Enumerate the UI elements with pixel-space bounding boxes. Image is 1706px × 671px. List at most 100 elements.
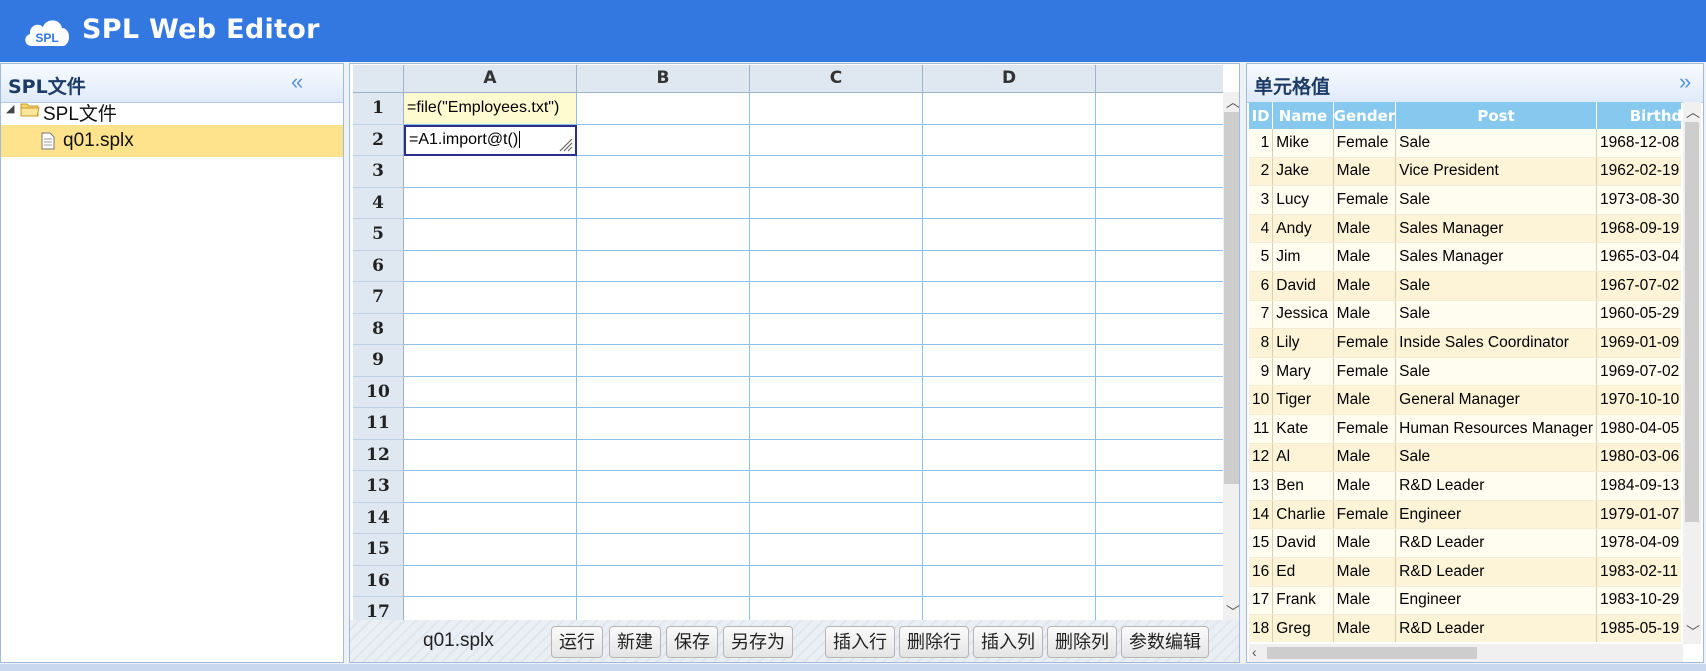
grid-cell[interactable] [1096, 219, 1223, 251]
grid-cell[interactable] [577, 565, 750, 597]
table-row[interactable]: 16 Ed Male R&D Leader 1983-02-11 [1249, 557, 1681, 587]
table-row[interactable]: 2 Jake Male Vice President 1962-02-19 [1249, 157, 1681, 187]
grid-cell[interactable] [577, 502, 750, 534]
grid-cell[interactable] [404, 313, 577, 345]
grid-cell[interactable] [1096, 471, 1223, 503]
grid-cell[interactable] [750, 219, 923, 251]
grid-cell[interactable] [1096, 345, 1223, 377]
grid-cell[interactable] [923, 219, 1096, 251]
grid-cell[interactable] [577, 408, 750, 440]
table-row[interactable]: 18 Greg Male R&D Leader 1985-05-19 [1249, 614, 1681, 642]
grid-cell[interactable] [1096, 440, 1223, 471]
table-row[interactable]: 17 Frank Male Engineer 1983-10-29 [1249, 586, 1681, 616]
grid-cell[interactable] [923, 124, 1096, 156]
grid-cell[interactable] [1096, 282, 1223, 314]
grid-cell[interactable] [750, 187, 923, 219]
table-row[interactable]: 6 David Male Sale 1967-07-02 [1249, 271, 1681, 301]
grid-cell[interactable] [404, 187, 577, 219]
parameter-edit-button[interactable]: 参数编辑 [1121, 626, 1209, 658]
grid-cell[interactable] [923, 345, 1096, 377]
row-header[interactable]: 11 [353, 408, 404, 440]
grid-cell[interactable] [923, 156, 1096, 188]
grid-cell[interactable] [750, 313, 923, 345]
row-header[interactable]: 9 [353, 345, 404, 377]
table-row[interactable]: 13 Ben Male R&D Leader 1984-09-13 [1249, 471, 1681, 501]
grid-cell[interactable]: =A1.import@t() [404, 124, 577, 156]
grid-cell[interactable] [750, 439, 923, 471]
grid-vertical-scrollbar[interactable]: ︿ ﹀ [1223, 92, 1239, 622]
grid-cell[interactable] [577, 313, 750, 345]
grid-cell[interactable] [750, 534, 923, 566]
row-header[interactable]: 15 [353, 534, 404, 566]
grid-cell[interactable] [404, 282, 577, 314]
table-vertical-scroll-thumb[interactable] [1685, 122, 1699, 522]
grid-cell[interactable] [923, 93, 1096, 125]
grid-cell[interactable] [923, 502, 1096, 534]
grid-cell[interactable] [404, 345, 577, 377]
grid-cell[interactable] [1096, 251, 1223, 282]
scroll-up-icon[interactable]: ︿ [1226, 92, 1239, 112]
tree-expand-icon[interactable]: ◢ [6, 102, 14, 115]
row-header[interactable]: 3 [353, 156, 404, 188]
column-header[interactable]: ID [1249, 102, 1274, 129]
table-vertical-scrollbar[interactable]: ︿ ﹀ [1683, 102, 1701, 644]
grid-vertical-scroll-thumb[interactable] [1224, 112, 1239, 484]
grid-cell[interactable] [1096, 597, 1223, 622]
grid-cell[interactable] [577, 219, 750, 251]
expand-right-icon[interactable]: » [1679, 69, 1691, 95]
grid-cell[interactable] [923, 250, 1096, 282]
grid-cell[interactable] [577, 471, 750, 503]
grid-cell[interactable] [923, 282, 1096, 314]
column-header[interactable] [1096, 65, 1223, 93]
scroll-down-icon[interactable]: ﹀ [1226, 602, 1239, 622]
table-row[interactable]: 8 Lily Female Inside Sales Coordinator 1969-… [1249, 328, 1681, 358]
grid-cell[interactable] [750, 597, 923, 622]
insert-column-button[interactable]: 插入列 [973, 626, 1043, 658]
grid-cell[interactable] [750, 156, 923, 188]
grid-cell[interactable] [750, 471, 923, 503]
column-header[interactable]: Post [1395, 102, 1597, 129]
save-as-button[interactable]: 另存为 [723, 626, 793, 658]
table-row[interactable]: 14 Charlie Female Engineer 1979-01-07 [1249, 500, 1681, 530]
grid-cell[interactable] [1096, 93, 1223, 125]
new-button[interactable]: 新建 [609, 626, 661, 658]
row-header[interactable]: 13 [353, 471, 404, 503]
column-header[interactable]: D [923, 65, 1096, 93]
grid-cell[interactable] [923, 376, 1096, 408]
grid-cell[interactable] [577, 187, 750, 219]
grid-cell[interactable] [750, 565, 923, 597]
grid-cell[interactable] [1096, 314, 1223, 345]
table-row[interactable]: 9 Mary Female Sale 1969-07-02 [1249, 357, 1681, 387]
grid-cell[interactable] [1096, 408, 1223, 440]
row-header[interactable]: 16 [353, 565, 404, 597]
grid-cell[interactable] [1096, 534, 1223, 566]
grid-cell[interactable] [750, 345, 923, 377]
delete-column-button[interactable]: 删除列 [1047, 626, 1117, 658]
table-horizontal-scroll-thumb[interactable] [1267, 647, 1477, 659]
grid-cell[interactable] [750, 93, 923, 125]
grid-cell[interactable] [1096, 566, 1223, 597]
row-header[interactable]: 6 [353, 250, 404, 282]
tree-item-q01-file[interactable]: q01.splx [1, 125, 343, 157]
grid-cell[interactable] [404, 376, 577, 408]
grid-cell[interactable] [404, 471, 577, 503]
grid-cell[interactable] [404, 534, 577, 566]
table-horizontal-scrollbar[interactable]: ‹ [1249, 644, 1683, 662]
grid-cell[interactable] [923, 471, 1096, 503]
grid-cell[interactable] [923, 313, 1096, 345]
column-header[interactable]: A [404, 65, 577, 93]
resize-grip-icon[interactable] [557, 136, 573, 152]
grid-cell[interactable]: =file("Employees.txt") [404, 93, 577, 125]
grid-cell[interactable] [577, 376, 750, 408]
grid-cell[interactable] [577, 156, 750, 188]
row-header[interactable]: 14 [353, 502, 404, 534]
scroll-up-icon[interactable]: ︿ [1686, 102, 1700, 122]
grid-cell[interactable] [577, 93, 750, 125]
grid-cell[interactable] [577, 534, 750, 566]
grid-cell[interactable] [577, 124, 750, 156]
grid-cell[interactable] [750, 124, 923, 156]
run-button[interactable]: 运行 [551, 626, 603, 658]
grid-cell[interactable] [1096, 503, 1223, 534]
column-header[interactable]: B [577, 65, 750, 93]
insert-row-button[interactable]: 插入行 [825, 626, 895, 658]
